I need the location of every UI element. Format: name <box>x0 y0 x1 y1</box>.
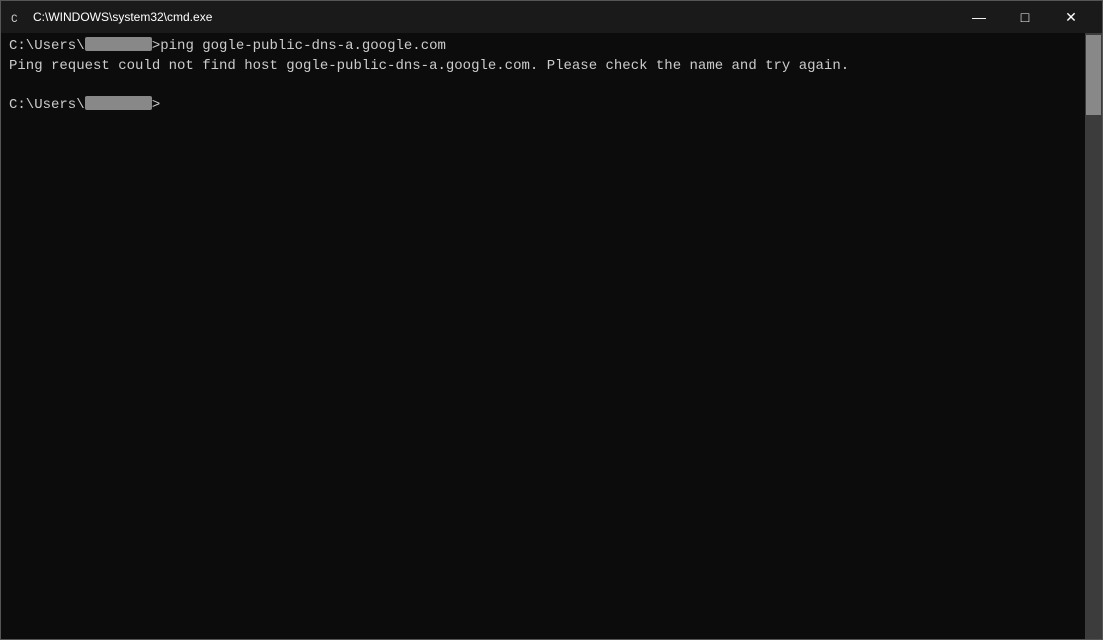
cmd-window: C C:\WINDOWS\system32\cmd.exe — □ ✕ C:\U… <box>0 0 1103 640</box>
console-line-4: C:\Users\ > <box>9 96 1077 116</box>
redacted-username-2 <box>85 96 152 110</box>
console-content[interactable]: C:\Users\ >ping gogle-public-dns-a.googl… <box>1 33 1085 639</box>
maximize-button[interactable]: □ <box>1002 1 1048 33</box>
console-body: C:\Users\ >ping gogle-public-dns-a.googl… <box>1 33 1102 639</box>
cursor-prompt: > <box>152 97 160 113</box>
window-controls: — □ ✕ <box>956 1 1094 33</box>
command-1: >ping gogle-public-dns-a.google.com <box>152 38 446 54</box>
scrollbar[interactable] <box>1085 33 1102 639</box>
console-line-1: C:\Users\ >ping gogle-public-dns-a.googl… <box>9 37 1077 57</box>
console-line-2: Ping request could not find host gogle-p… <box>9 57 1077 77</box>
prompt-2: C:\Users\ <box>9 97 85 113</box>
svg-text:C: C <box>11 14 18 25</box>
title-bar: C C:\WINDOWS\system32\cmd.exe — □ ✕ <box>1 1 1102 33</box>
close-button[interactable]: ✕ <box>1048 1 1094 33</box>
title-bar-left: C C:\WINDOWS\system32\cmd.exe <box>9 8 212 26</box>
console-line-3 <box>9 76 1077 96</box>
cmd-icon: C <box>9 8 27 26</box>
window-title: C:\WINDOWS\system32\cmd.exe <box>33 10 212 24</box>
prompt-1: C:\Users\ <box>9 38 85 54</box>
scrollbar-thumb[interactable] <box>1086 35 1101 115</box>
redacted-username-1 <box>85 37 152 51</box>
minimize-button[interactable]: — <box>956 1 1002 33</box>
